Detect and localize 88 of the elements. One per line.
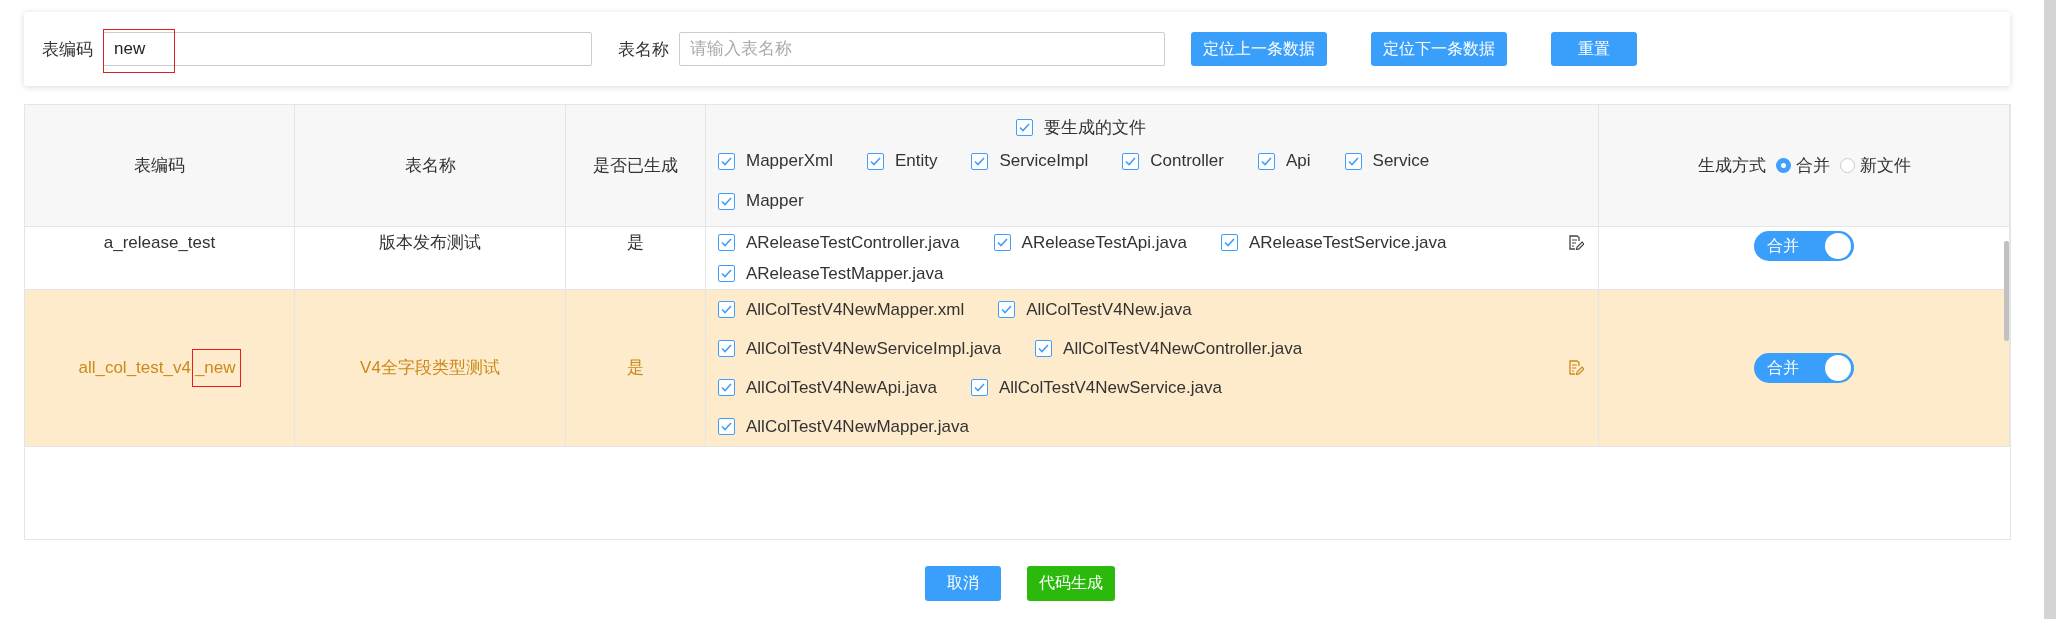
checkbox[interactable] <box>1220 234 1238 251</box>
checkmark-icon <box>1001 305 1013 314</box>
checkbox-label: AReleaseTestMapper.java <box>746 263 944 284</box>
table-cell-text: V4全字段类型测试 <box>360 357 500 379</box>
checkmark-icon <box>1260 156 1272 166</box>
checkbox-label: Mapper <box>746 191 804 211</box>
column-header: 是否已生成 <box>593 155 678 177</box>
checkbox[interactable] <box>718 379 735 396</box>
cancel-button[interactable]: 取消 <box>924 566 1001 601</box>
checkbox[interactable] <box>718 418 735 435</box>
table-cell-text: 是 <box>627 232 644 254</box>
column-header: 表编码 <box>134 155 185 177</box>
checkmark-icon <box>721 269 732 278</box>
edit-icon[interactable] <box>1568 235 1584 251</box>
checkmark-icon <box>973 383 985 392</box>
checkbox[interactable] <box>1035 340 1053 357</box>
toggle-switch[interactable]: 合并 <box>1754 353 1854 383</box>
scrollbar[interactable] <box>2004 241 2009 341</box>
checkbox-label: AllColTestV4NewMapper.java <box>746 416 969 437</box>
checkmark-icon <box>974 156 986 166</box>
checkbox-label: AllColTestV4NewController.java <box>1063 338 1303 359</box>
checkmark-icon <box>1223 238 1235 247</box>
button[interactable]: 定位上一条数据 <box>1191 32 1327 66</box>
checkmark-icon <box>721 238 732 247</box>
checkmark-icon <box>721 422 732 431</box>
checkbox-label: AllColTestV4NewServiceImpl.java <box>746 338 1002 359</box>
checkbox[interactable] <box>718 192 735 210</box>
checkmark-icon <box>721 305 732 314</box>
checkbox[interactable] <box>718 340 735 357</box>
checkbox[interactable] <box>718 234 735 251</box>
table-cell-text: a_release_test <box>103 232 216 254</box>
checkbox[interactable] <box>998 301 1016 318</box>
table-row[interactable]: a_release_test 版本发布测试 是 AReleaseTestController.java AReleaseTestApi.java AReleaseTestService.java AReleaseTestMapper.java 合并 <box>25 227 2010 290</box>
checkbox-label: Controller <box>1150 151 1224 171</box>
checkmark-icon <box>721 156 732 166</box>
button[interactable]: 定位下一条数据 <box>1371 32 1507 66</box>
checkmark-icon <box>996 238 1008 247</box>
column-header: 生成方式 <box>1697 155 1766 177</box>
field-label: 表名称 <box>618 38 669 61</box>
column-header: 表名称 <box>404 155 456 177</box>
checkbox-label: ServiceImpl <box>999 151 1089 171</box>
checkbox[interactable] <box>866 152 884 170</box>
checkbox-label: Entity <box>894 151 938 171</box>
table-cell-text: 版本发布测试 <box>379 232 481 254</box>
table-cell-text: all_col_test_v4 <box>78 357 191 379</box>
checkbox-label: Api <box>1285 151 1311 171</box>
table-row[interactable] <box>25 290 2010 447</box>
checkbox[interactable] <box>1016 118 1033 136</box>
checkbox-label: AllColTestV4New.java <box>1026 299 1192 320</box>
checkbox[interactable] <box>1122 152 1140 170</box>
checkmark-icon <box>1038 344 1050 353</box>
checkmark-icon <box>1347 156 1359 166</box>
checkbox[interactable] <box>718 152 735 170</box>
table-cell-text: 是 <box>627 357 644 379</box>
checkmark-icon <box>721 383 732 392</box>
checkbox[interactable] <box>971 152 989 170</box>
radio-button[interactable] <box>1839 158 1855 173</box>
button[interactable]: 重置 <box>1551 32 1637 66</box>
checkbox-label: 要生成的文件 <box>1044 116 1146 139</box>
generate-button[interactable]: 代码生成 <box>1026 566 1115 601</box>
toggle-switch[interactable]: 合并 <box>1754 231 1854 261</box>
checkbox[interactable] <box>718 301 735 318</box>
checkbox-label: AReleaseTestController.java <box>746 232 960 253</box>
checkmark-icon <box>721 344 732 353</box>
input-field[interactable]: 请输入表名称 <box>679 32 1165 66</box>
radio-button[interactable] <box>1775 158 1791 173</box>
checkbox-label: AReleaseTestApi.java <box>1021 232 1187 253</box>
checkbox-label: AllColTestV4NewService.java <box>998 377 1222 398</box>
checkbox[interactable] <box>993 234 1011 251</box>
checkmark-icon <box>721 196 732 206</box>
input-field[interactable]: new <box>103 32 592 66</box>
scrollbar[interactable] <box>2044 0 2056 619</box>
checkmark-icon <box>1125 156 1137 166</box>
radio-label: 新文件 <box>1859 155 1911 177</box>
radio-label: 合并 <box>1795 155 1830 177</box>
field-label: 表编码 <box>42 38 93 61</box>
checkbox-label: AllColTestV4NewMapper.xml <box>746 299 965 320</box>
checkbox-label: AReleaseTestService.java <box>1248 232 1447 253</box>
checkbox[interactable] <box>1344 152 1362 170</box>
checkbox-label: MapperXml <box>746 151 833 171</box>
checkbox-label: Service <box>1372 151 1430 171</box>
checkbox[interactable] <box>1257 152 1275 170</box>
search-highlight: _new <box>191 349 241 387</box>
checkbox[interactable] <box>718 265 735 282</box>
checkbox-label: AllColTestV4NewApi.java <box>746 377 937 398</box>
checkbox[interactable] <box>970 379 988 396</box>
checkmark-icon <box>1019 122 1030 132</box>
checkmark-icon <box>869 156 881 166</box>
